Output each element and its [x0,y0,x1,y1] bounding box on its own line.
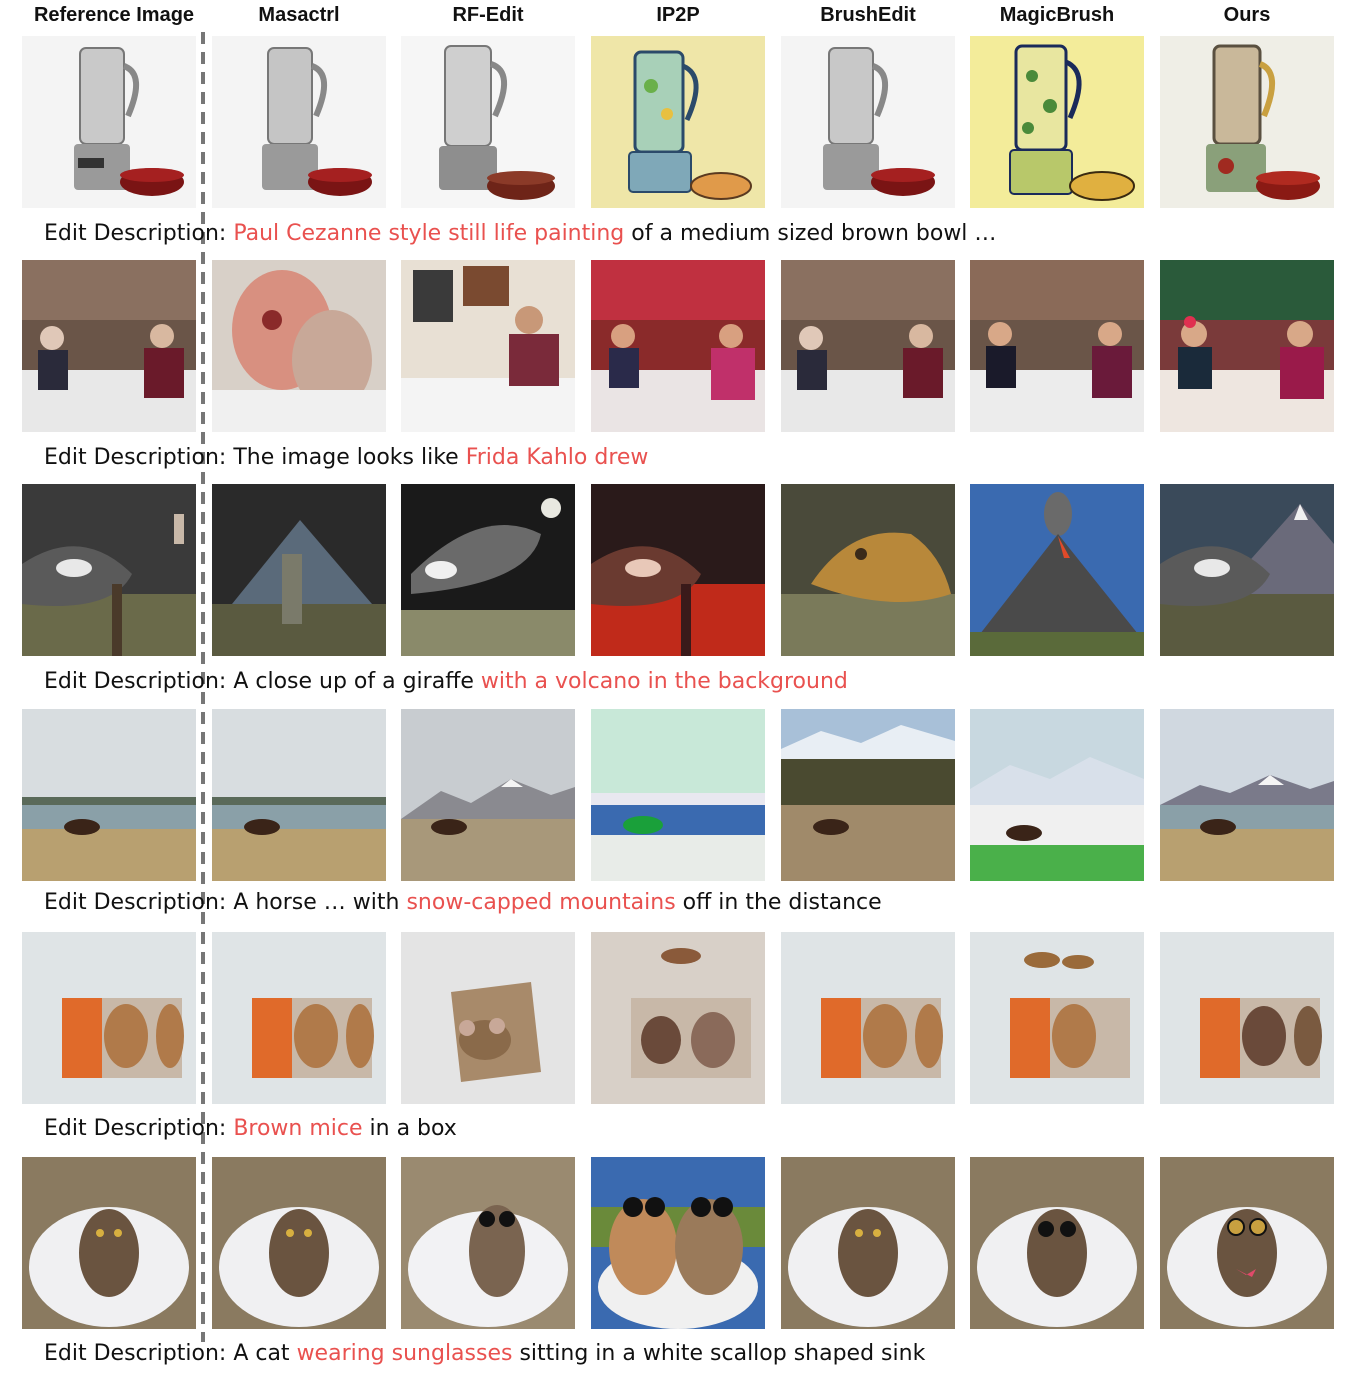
edit-description: Edit Description: A horse … with snow-ca… [44,890,882,915]
masactrl-result [212,260,386,432]
masactrl-result [212,36,386,208]
caption-after: of a medium sized brown bowl … [624,221,997,246]
magicbrush-result [970,484,1144,656]
caption-highlight: Frida Kahlo drew [465,445,649,470]
rf-edit-result [401,484,575,656]
reference-image [22,709,196,881]
edit-description: Edit Description: The image looks like F… [44,445,648,470]
ip2p-result [591,260,765,432]
edit-description: Edit Description: Paul Cezanne style sti… [44,221,996,246]
ours-result [1160,709,1334,881]
masactrl-result [212,1157,386,1329]
magicbrush-result [970,932,1144,1104]
caption-highlight: snow-capped mountains [406,890,676,915]
caption-highlight: wearing sunglasses [296,1341,513,1366]
caption-prefix: Edit Description: [44,890,227,915]
column-title-masactrl: Masactrl [258,4,340,26]
rf-edit-result [401,260,575,432]
caption-after: in a box [362,1116,457,1141]
brushedit-result [781,1157,955,1329]
reference-image [22,260,196,432]
rf-edit-result [401,1157,575,1329]
caption-before: The image looks like [233,445,466,470]
rf-edit-result [401,932,575,1104]
masactrl-result [212,932,386,1104]
edit-description: Edit Description: A close up of a giraff… [44,669,848,694]
edit-description: Edit Description: Brown mice in a box [44,1116,457,1141]
ip2p-result [591,709,765,881]
reference-image [22,932,196,1104]
ip2p-result [591,932,765,1104]
column-title-reference: Reference Image [33,4,195,26]
caption-prefix: Edit Description: [44,1116,227,1141]
column-title-magicbrush: MagicBrush [999,4,1115,26]
reference-image [22,36,196,208]
caption-highlight: with a volcano in the background [480,669,848,694]
ip2p-result [591,1157,765,1329]
caption-before: A horse … with [233,890,407,915]
ours-result [1160,36,1334,208]
edit-description: Edit Description: A cat wearing sunglass… [44,1341,925,1366]
brushedit-result [781,260,955,432]
brushedit-result [781,36,955,208]
caption-prefix: Edit Description: [44,1341,227,1366]
caption-prefix: Edit Description: [44,669,227,694]
rf-edit-result [401,709,575,881]
column-title-ours: Ours [1223,4,1271,26]
rf-edit-result [401,36,575,208]
reference-image [22,1157,196,1329]
caption-after: sitting in a white scallop shaped sink [512,1341,926,1366]
caption-prefix: Edit Description: [44,221,227,246]
column-title-rf-edit: RF-Edit [452,4,524,26]
ip2p-result [591,36,765,208]
caption-highlight: Paul Cezanne style still life painting [233,221,625,246]
masactrl-result [212,709,386,881]
caption-before: A close up of a giraffe [233,669,481,694]
magicbrush-result [970,709,1144,881]
magicbrush-result [970,36,1144,208]
brushedit-result [781,709,955,881]
caption-after: off in the distance [675,890,882,915]
caption-highlight: Brown mice [233,1116,363,1141]
caption-prefix: Edit Description: [44,445,227,470]
ours-result [1160,484,1334,656]
ip2p-result [591,484,765,656]
masactrl-result [212,484,386,656]
brushedit-result [781,484,955,656]
magicbrush-result [970,1157,1144,1329]
ours-result [1160,260,1334,432]
column-title-ip2p: IP2P [656,4,700,26]
ours-result [1160,932,1334,1104]
caption-before: A cat [233,1341,297,1366]
column-title-brushedit: BrushEdit [820,4,916,26]
magicbrush-result [970,260,1144,432]
reference-image [22,484,196,656]
brushedit-result [781,932,955,1104]
ours-result [1160,1157,1334,1329]
